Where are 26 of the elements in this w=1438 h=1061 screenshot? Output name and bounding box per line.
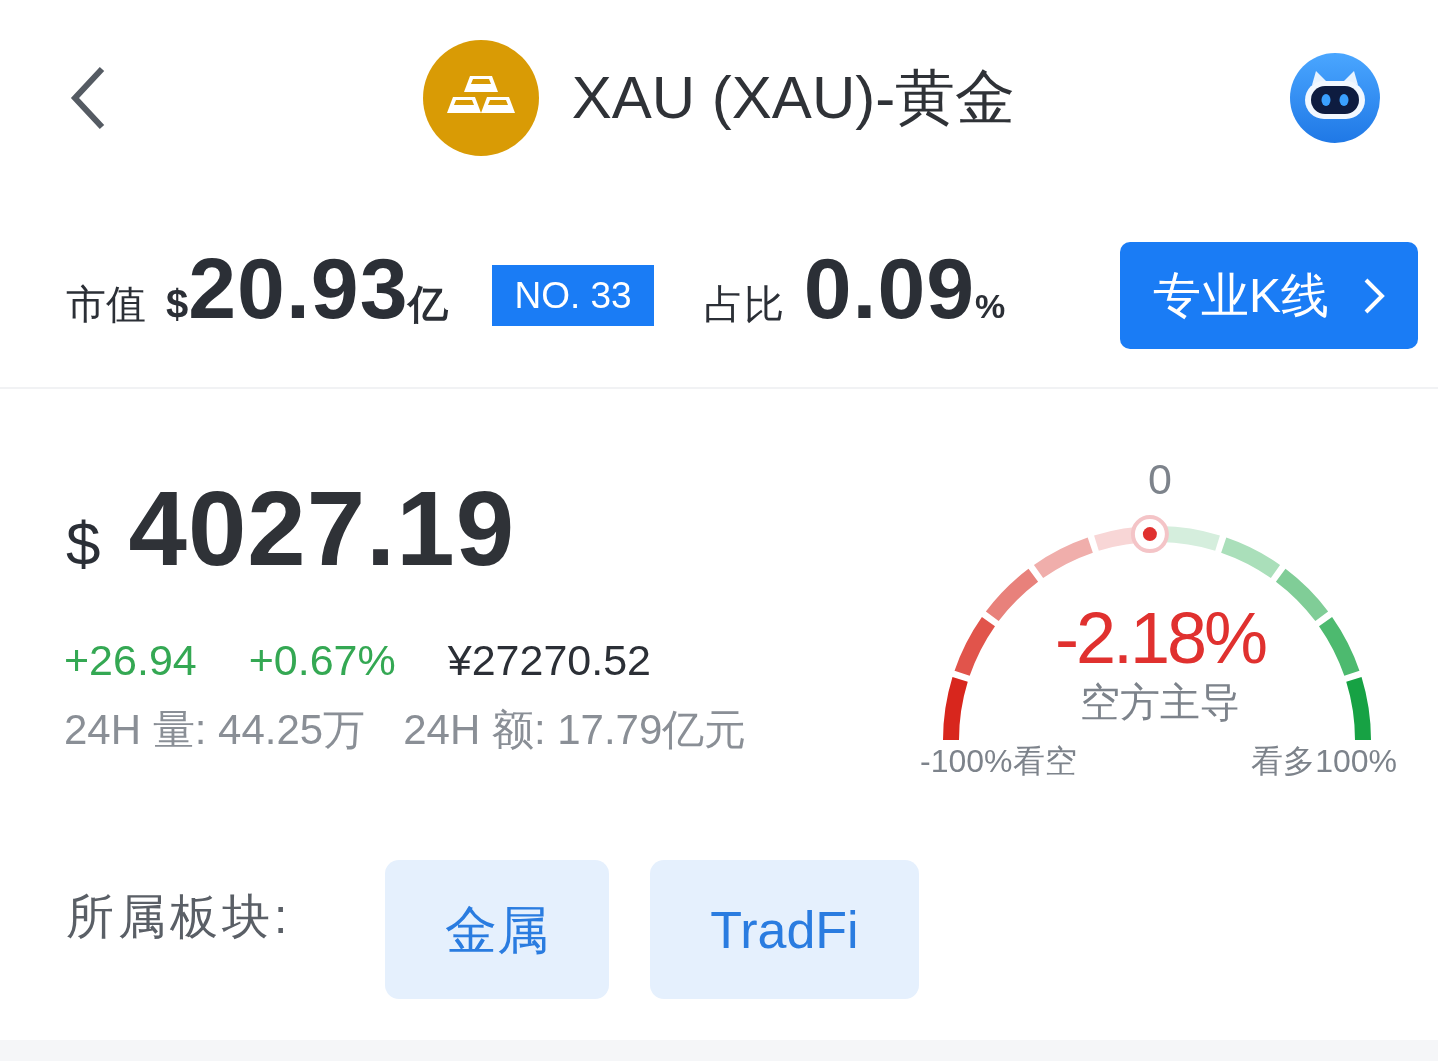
asset-title: XAU (XAU)-黄金 [571,68,1016,128]
price-change-percent: +0.67% [248,639,396,682]
sector-tag[interactable]: 金属 [385,860,610,999]
sentiment-verdict: 空方主导 [1080,682,1240,722]
kline-button[interactable]: 专业K线 [1120,242,1418,349]
sector-tag[interactable]: TradFi [650,860,919,999]
gauge-center-tick: 0 [1147,458,1173,501]
market-cap-value: $20.93亿 [166,244,449,331]
back-icon[interactable] [70,65,106,131]
rank-badge: NO. 33 [492,265,654,326]
market-cap-label: 市值 [66,283,146,324]
cny-price: ¥27270.52 [447,639,652,682]
share-value: 0.09% [803,244,1006,331]
volume-24h: 24H 量: 44.25万 [64,709,366,751]
robot-avatar-icon[interactable] [1290,53,1380,143]
chevron-right-icon [1363,276,1385,315]
gauge-min-label: -100%看空 [920,745,1077,777]
price-value: 4027.19 [128,476,516,581]
gauge-max-label: 看多100% [1251,745,1397,777]
price-change: +26.94 [64,639,197,682]
sector-label: 所属板块: [66,893,292,941]
sentiment-reading: -2.18% [1054,602,1266,674]
turnover-24h: 24H 额: 17.79亿元 [403,709,747,751]
share-label: 占比 [703,283,784,324]
price-currency: $ [66,513,101,575]
ingots-logo-icon [422,40,539,156]
